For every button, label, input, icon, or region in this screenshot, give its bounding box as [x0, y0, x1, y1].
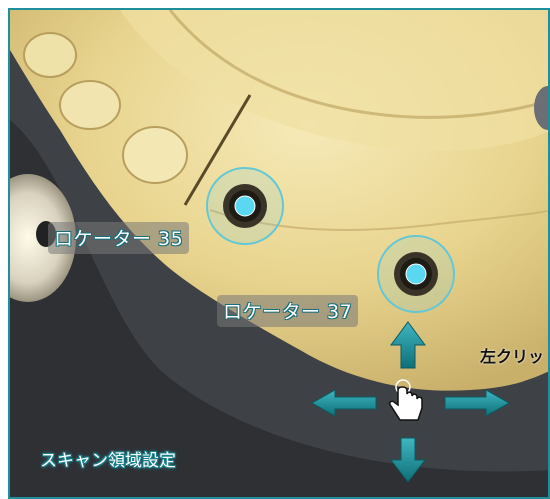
tooth: [59, 80, 121, 130]
tooth: [23, 32, 77, 78]
scan-viewport[interactable]: ロケーター 35 ロケーター 37 左クリッ スキャン領域設定: [8, 8, 550, 499]
scan-scene: [10, 10, 548, 497]
locator-35-marker[interactable]: [206, 167, 284, 245]
left-click-hint: 左クリッ: [480, 347, 545, 366]
locator-37-label: ロケーター 37: [217, 295, 359, 327]
tooth: [122, 126, 188, 184]
scan-area-setting-label: スキャン領域設定: [40, 451, 176, 471]
locator-37-marker[interactable]: [377, 235, 455, 313]
locator-35-label: ロケーター 35: [48, 222, 190, 254]
